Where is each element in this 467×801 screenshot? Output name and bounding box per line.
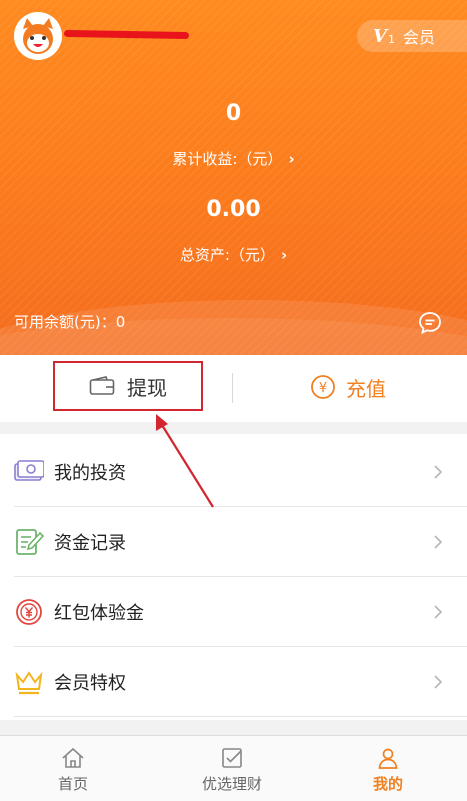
document-edit-icon <box>16 529 44 555</box>
menu-item-label: 会员特权 <box>54 673 126 694</box>
chevron-right-icon: › <box>288 150 295 168</box>
checklist-icon <box>222 748 242 768</box>
bottom-nav: 首页 优选理财 我的 <box>0 735 467 801</box>
total-assets-value: 0.00 <box>206 197 261 222</box>
nav-tab-label: 首页 <box>57 775 88 793</box>
money-icon <box>14 460 44 481</box>
nav-tab-label: 我的 <box>372 775 403 793</box>
account-header: V 1 会员 0 累计收益:（元） › 0.00 总资产:（元） › 可用余额(元)… <box>0 0 467 355</box>
redacted-username <box>63 29 190 40</box>
wallet-icon <box>89 376 115 395</box>
menu-item-my-investments[interactable]: 我的投资 <box>0 437 467 507</box>
nav-tab-home[interactable]: 首页 <box>13 740 133 794</box>
svg-text:¥: ¥ <box>319 381 327 396</box>
cumulative-earnings-link[interactable]: 累计收益:（元） › <box>0 148 467 169</box>
menu-item-label: 资金记录 <box>54 533 126 554</box>
separator <box>14 716 467 717</box>
chevron-right-icon <box>434 605 443 619</box>
recharge-button[interactable]: ¥ 充值 <box>310 369 386 405</box>
withdraw-button[interactable]: 提现 <box>53 361 203 411</box>
menu-item-member-privileges[interactable]: 会员特权 <box>0 647 467 717</box>
menu-item-label: 我的投资 <box>54 463 126 484</box>
nav-tab-featured-investments[interactable]: 优选理财 <box>172 740 292 794</box>
menu-item-label: 红包体验金 <box>54 603 144 624</box>
divider <box>232 373 233 403</box>
user-icon <box>378 748 398 769</box>
red-packet-icon <box>16 599 42 625</box>
chevron-right-icon: › <box>280 246 288 264</box>
cumulative-earnings-value: 0 <box>225 101 242 126</box>
cumulative-earnings-label: 累计收益:（元） <box>172 150 283 168</box>
chevron-right-icon <box>434 465 443 479</box>
message-icon[interactable] <box>418 311 442 335</box>
total-assets-label: 总资产:（元） <box>179 246 275 264</box>
member-level: 1 <box>387 33 395 46</box>
chevron-right-icon <box>434 675 443 689</box>
nav-tab-mine[interactable]: 我的 <box>328 740 448 794</box>
nav-tab-label: 优选理财 <box>201 775 262 793</box>
member-label: 会员 <box>402 28 435 47</box>
member-badge[interactable]: V 1 会员 <box>357 20 467 52</box>
avatar[interactable] <box>14 12 62 60</box>
recharge-label: 充值 <box>346 376 386 401</box>
withdraw-label: 提现 <box>127 375 167 400</box>
crown-icon <box>15 671 43 695</box>
action-bar: 提现 ¥ 充值 <box>0 355 467 422</box>
vip-icon: V <box>373 25 387 47</box>
chevron-right-icon <box>434 535 443 549</box>
available-balance: 可用余额(元)：0 <box>14 313 126 331</box>
total-assets-link[interactable]: 总资产:（元） › <box>0 244 467 265</box>
account-menu: 我的投资 资金记录 红包体验金 会员特权 <box>0 434 467 720</box>
menu-item-fund-records[interactable]: 资金记录 <box>0 507 467 577</box>
home-icon <box>62 747 84 768</box>
menu-item-red-packet-bonus[interactable]: 红包体验金 <box>0 577 467 647</box>
yen-coin-icon: ¥ <box>311 375 335 399</box>
